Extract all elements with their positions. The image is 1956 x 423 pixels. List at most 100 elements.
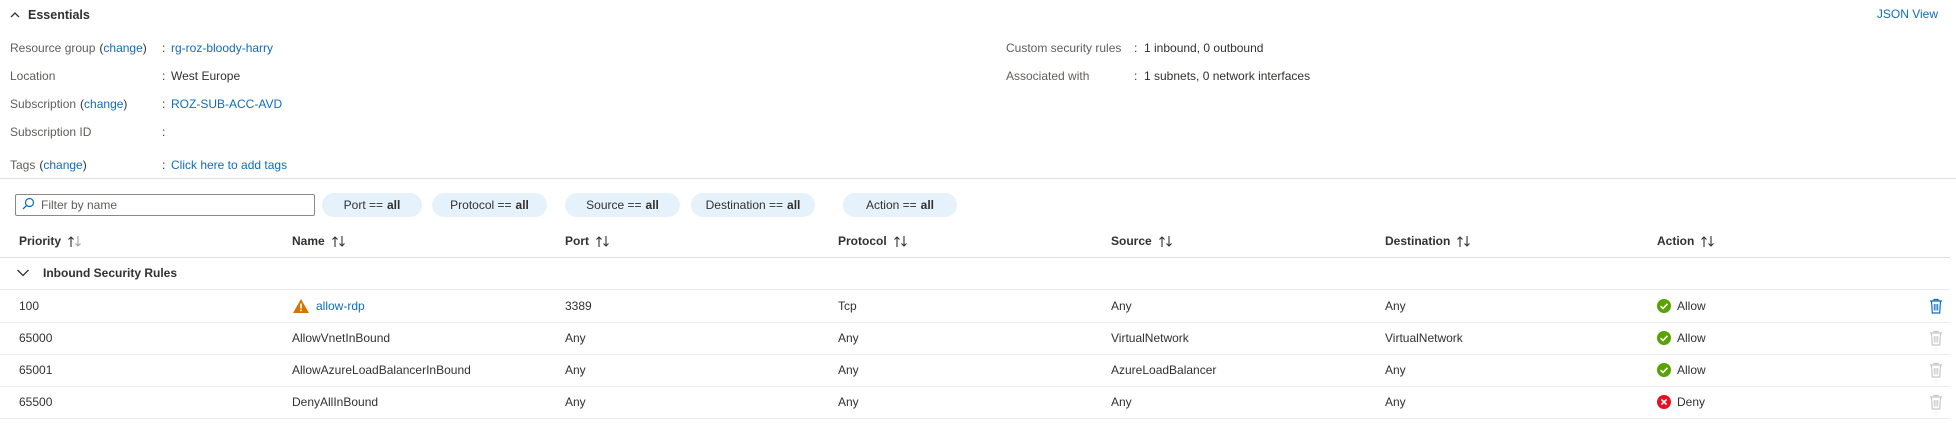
cell-destination: Any: [1385, 395, 1406, 409]
property-colon: :: [162, 125, 166, 139]
property-label: Custom security rules: [1006, 41, 1122, 55]
filter-pill[interactable]: Protocol == all: [432, 193, 547, 217]
table-row[interactable]: 100 allow-rdp 3389 Tcp Any Any Allow: [0, 293, 1950, 319]
filter-pill-value: all: [920, 198, 935, 212]
sort-arrows-icon[interactable]: [67, 235, 83, 248]
filter-pill[interactable]: Action == all: [843, 193, 957, 217]
cell-protocol: Any: [838, 331, 859, 345]
row-divider: [0, 322, 1950, 323]
column-header-destination[interactable]: Destination: [1385, 232, 1472, 250]
rule-name: AllowVnetInBound: [292, 331, 391, 345]
property-row: Resource group(change): [10, 39, 147, 57]
json-view-link[interactable]: JSON View: [1877, 7, 1938, 21]
cell-name: AllowAzureLoadBalancerInBound: [292, 361, 471, 379]
property-label: Resource group: [10, 41, 96, 55]
cell-priority: 65500: [19, 395, 53, 409]
row-divider: [0, 386, 1950, 387]
cell-priority: 100: [19, 299, 40, 313]
filter-pill-label: Destination ==: [705, 198, 784, 212]
table-row[interactable]: 65000 AllowVnetInBound Any Any VirtualNetwor…: [0, 325, 1950, 351]
column-header-name[interactable]: Name: [292, 232, 347, 250]
paren-close: ): [123, 97, 128, 111]
table-row[interactable]: 65001 AllowAzureLoadBalancerInBound Any Any…: [0, 357, 1950, 383]
column-header-label: Source: [1111, 234, 1152, 248]
sort-arrows-icon[interactable]: [595, 235, 611, 248]
rule-name: DenyAllInBound: [292, 395, 379, 409]
change-link[interactable]: change: [103, 41, 142, 55]
column-header-label: Protocol: [838, 234, 887, 248]
column-header-source[interactable]: Source: [1111, 232, 1174, 250]
cell-action: Allow: [1657, 297, 1706, 315]
header-divider: [0, 257, 1950, 258]
cell-port: Any: [565, 331, 586, 345]
filter-pill[interactable]: Destination == all: [691, 193, 815, 217]
chevron-down-icon[interactable]: [16, 266, 30, 283]
action-label: Allow: [1677, 299, 1706, 313]
column-header-priority[interactable]: Priority: [19, 232, 83, 250]
column-header-label: Destination: [1385, 234, 1451, 248]
cell-priority: 65001: [19, 363, 53, 377]
cell-port: Any: [565, 363, 586, 377]
sort-arrows-icon[interactable]: [331, 235, 347, 248]
trash-icon[interactable]: [1928, 361, 1944, 379]
cell-destination: Any: [1385, 299, 1406, 313]
check-circle-icon: [1657, 299, 1671, 313]
change-link[interactable]: change: [43, 158, 82, 172]
cell-action: Deny: [1657, 393, 1705, 411]
column-header-port[interactable]: Port: [565, 232, 611, 250]
paren-close: ): [142, 41, 147, 55]
cell-port: 3389: [565, 299, 592, 313]
property-value[interactable]: Click here to add tags: [171, 156, 287, 174]
warning-icon: [292, 298, 310, 314]
filter-by-name-field[interactable]: [15, 194, 315, 216]
filter-pill[interactable]: Source == all: [565, 193, 680, 217]
sort-arrows-icon[interactable]: [1456, 235, 1472, 248]
cell-source: VirtualNetwork: [1111, 331, 1189, 345]
search-icon: [22, 197, 35, 213]
property-label: Subscription: [10, 97, 77, 111]
filter-pill-label: Protocol ==: [450, 198, 512, 212]
filter-pill-value: all: [645, 198, 659, 212]
sort-arrows-icon[interactable]: [1700, 235, 1716, 248]
filter-pill-value: all: [387, 198, 401, 212]
change-link[interactable]: change: [84, 97, 123, 111]
paren-close: ): [82, 158, 87, 172]
trash-icon[interactable]: [1928, 297, 1944, 315]
sort-arrows-icon[interactable]: [893, 235, 909, 248]
property-row: Tags(change): [10, 156, 87, 174]
chevron-up-icon[interactable]: [8, 8, 22, 22]
rule-name: AllowAzureLoadBalancerInBound: [292, 363, 471, 377]
filter-by-name-input[interactable]: [41, 198, 301, 212]
error-circle-icon: [1657, 395, 1671, 409]
property-colon: :: [1134, 41, 1138, 55]
group-row-inbound[interactable]: Inbound Security Rules: [0, 262, 1950, 286]
cell-name: DenyAllInBound: [292, 393, 378, 411]
column-header-action[interactable]: Action: [1657, 232, 1716, 250]
property-row: Subscription(change): [10, 95, 127, 113]
sort-arrows-icon[interactable]: [1158, 235, 1174, 248]
rule-name[interactable]: allow-rdp: [316, 299, 365, 313]
row-divider: [0, 418, 1950, 419]
cell-name: allow-rdp: [292, 297, 365, 315]
property-colon: :: [1134, 69, 1138, 83]
property-value[interactable]: rg-roz-bloody-harry: [171, 39, 273, 57]
cell-source: Any: [1111, 299, 1132, 313]
property-value[interactable]: ROZ-SUB-ACC-AVD: [171, 95, 282, 113]
action-label: Deny: [1677, 395, 1706, 409]
trash-icon[interactable]: [1928, 329, 1944, 347]
property-colon: :: [162, 69, 166, 83]
property-row: Location: [10, 67, 55, 85]
trash-icon[interactable]: [1928, 393, 1944, 411]
cell-destination: Any: [1385, 363, 1406, 377]
property-colon: :: [162, 158, 166, 172]
filter-pill-value: all: [787, 198, 801, 212]
essentials-header[interactable]: Essentials: [8, 5, 90, 25]
table-row[interactable]: 65500 DenyAllInBound Any Any Any Any Deny: [0, 389, 1950, 415]
cell-port: Any: [565, 395, 586, 409]
group-divider: [0, 289, 1950, 290]
group-label: Inbound Security Rules: [43, 266, 178, 280]
column-header-label: Action: [1657, 234, 1695, 248]
column-header-protocol[interactable]: Protocol: [838, 232, 909, 250]
filter-pill[interactable]: Port == all: [322, 193, 422, 217]
property-label: Subscription ID: [10, 125, 92, 139]
